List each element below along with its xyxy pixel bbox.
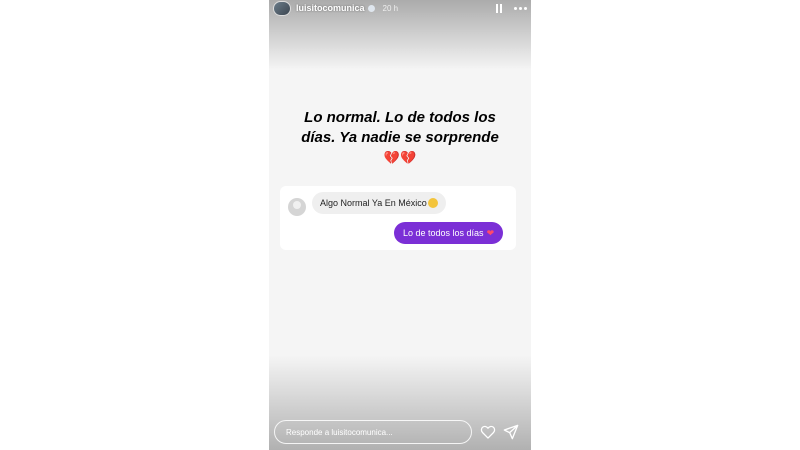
reply-input[interactable]: Responde a luisitocomunica... — [274, 420, 472, 444]
incoming-message: Algo Normal Ya En México — [312, 192, 446, 214]
reply-placeholder: Responde a luisitocomunica... — [286, 427, 393, 437]
story-header: luisitocomunica 20 h — [273, 0, 527, 16]
pause-icon[interactable] — [496, 3, 502, 13]
avatar[interactable] — [273, 0, 291, 16]
verified-badge-icon — [367, 4, 375, 12]
outgoing-message: Lo de todos los días ❤ — [394, 222, 504, 244]
send-icon[interactable] — [503, 424, 519, 440]
heart-emoji: ❤ — [486, 227, 495, 238]
story-time: 20 h — [382, 3, 399, 13]
outgoing-message-text: Lo de todos los días — [403, 228, 484, 238]
more-icon[interactable] — [514, 6, 527, 10]
sad-face-emoji — [427, 198, 438, 208]
incoming-message-text: Algo Normal Ya En México — [320, 198, 427, 208]
story-username[interactable]: luisitocomunica — [296, 3, 365, 13]
broken-heart-emoji: 💔💔 — [383, 150, 417, 165]
story-headline: Lo normal. Lo de todos los días. Ya nadi… — [297, 108, 503, 168]
headline-text: Lo normal. Lo de todos los días. Ya nadi… — [301, 109, 499, 146]
heart-icon[interactable] — [480, 425, 496, 439]
chat-avatar — [288, 198, 306, 216]
